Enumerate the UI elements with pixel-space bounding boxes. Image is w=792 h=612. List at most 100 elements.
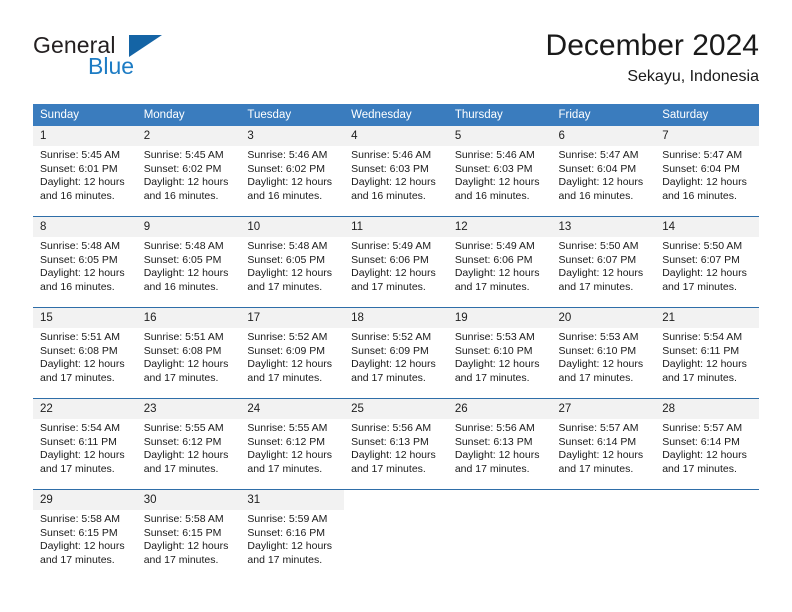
day-details: Sunrise: 5:48 AM Sunset: 6:05 PM Daylight:… [240, 237, 344, 294]
day-details: Sunrise: 5:56 AM Sunset: 6:13 PM Daylight:… [344, 419, 448, 476]
day-number: 1 [33, 126, 137, 146]
day-number: 3 [240, 126, 345, 146]
calendar-day-cell[interactable]: 30 Sunrise: 5:58 AM Sunset: 6:15 PM Dayligh… [136, 489, 241, 580]
daylight-text: Daylight: 12 hours and 17 minutes. [662, 449, 747, 475]
day-cell-inner: 26 Sunrise: 5:56 AM Sunset: 6:13 PM Dayligh… [447, 399, 552, 489]
calendar-day-cell[interactable]: 28 Sunrise: 5:57 AM Sunset: 6:14 PM Dayligh… [655, 398, 759, 490]
sunrise-text: Sunrise: 5:51 AM [143, 331, 224, 343]
calendar-day-cell[interactable]: 17 Sunrise: 5:52 AM Sunset: 6:09 PM Dayligh… [240, 307, 345, 399]
sunset-text: Sunset: 6:07 PM [662, 253, 740, 266]
day-number: 28 [655, 399, 759, 419]
day-number: 23 [136, 399, 241, 419]
day-number: 18 [344, 308, 448, 328]
day-number: 31 [240, 490, 345, 510]
day-number: 14 [655, 217, 759, 237]
calendar-day-cell[interactable]: 10 Sunrise: 5:48 AM Sunset: 6:05 PM Dayligh… [240, 216, 345, 308]
calendar-day-cell[interactable]: 24 Sunrise: 5:55 AM Sunset: 6:12 PM Dayligh… [240, 398, 345, 490]
day-cell-inner: 20 Sunrise: 5:53 AM Sunset: 6:10 PM Dayligh… [551, 308, 656, 398]
day-details: Sunrise: 5:57 AM Sunset: 6:14 PM Daylight:… [655, 419, 759, 476]
calendar-day-cell[interactable]: 16 Sunrise: 5:51 AM Sunset: 6:08 PM Dayligh… [136, 307, 241, 399]
day-number: 4 [344, 126, 448, 146]
day-cell-inner: 14 Sunrise: 5:50 AM Sunset: 6:07 PM Dayligh… [655, 217, 759, 307]
day-cell-inner: 17 Sunrise: 5:52 AM Sunset: 6:09 PM Dayligh… [240, 308, 345, 398]
calendar-day-cell[interactable]: 26 Sunrise: 5:56 AM Sunset: 6:13 PM Dayligh… [447, 398, 552, 490]
day-cell-inner: 16 Sunrise: 5:51 AM Sunset: 6:08 PM Dayligh… [136, 308, 241, 398]
daylight-text: Daylight: 12 hours and 17 minutes. [454, 267, 540, 293]
calendar-day-cell[interactable]: 29 Sunrise: 5:58 AM Sunset: 6:15 PM Dayligh… [33, 489, 137, 580]
day-number: 29 [33, 490, 137, 510]
calendar-day-cell[interactable]: 8 Sunrise: 5:48 AM Sunset: 6:05 PM Daylight… [33, 216, 137, 308]
calendar-week-row: 22 Sunrise: 5:54 AM Sunset: 6:11 PM Dayligh… [33, 398, 759, 490]
day-cell-inner: 4 Sunrise: 5:46 AM Sunset: 6:03 PM Daylight… [344, 126, 448, 216]
sunset-text: Sunset: 6:03 PM [454, 162, 533, 175]
calendar-day-cell[interactable]: 11 Sunrise: 5:49 AM Sunset: 6:06 PM Dayligh… [344, 216, 448, 308]
day-cell-inner [552, 490, 656, 580]
calendar-day-cell[interactable]: 12 Sunrise: 5:49 AM Sunset: 6:06 PM Dayligh… [447, 216, 552, 308]
calendar-day-cell[interactable]: 19 Sunrise: 5:53 AM Sunset: 6:10 PM Dayligh… [447, 307, 552, 399]
brand-name-secondary: Blue [88, 53, 135, 79]
brand-logo[interactable]: General Blue [33, 32, 213, 88]
sunset-text: Sunset: 6:05 PM [40, 253, 118, 266]
day-details: Sunrise: 5:50 AM Sunset: 6:07 PM Daylight:… [655, 237, 759, 294]
sunrise-text: Sunrise: 5:52 AM [351, 331, 432, 343]
calendar-day-cell[interactable]: 21 Sunrise: 5:54 AM Sunset: 6:11 PM Dayligh… [655, 307, 759, 399]
daylight-text: Daylight: 12 hours and 16 minutes. [351, 176, 436, 202]
day-cell-inner: 31 Sunrise: 5:59 AM Sunset: 6:16 PM Dayligh… [240, 490, 345, 580]
weekday-header-tuesday: Tuesday [240, 104, 345, 126]
daylight-text: Daylight: 12 hours and 16 minutes. [40, 176, 125, 202]
sunrise-text: Sunrise: 5:52 AM [247, 331, 328, 343]
calendar-day-cell[interactable]: 6 Sunrise: 5:47 AM Sunset: 6:04 PM Daylight… [551, 126, 656, 217]
day-details: Sunrise: 5:49 AM Sunset: 6:06 PM Daylight:… [344, 237, 448, 294]
daylight-text: Daylight: 12 hours and 17 minutes. [247, 540, 333, 566]
sunset-text: Sunset: 6:06 PM [351, 253, 429, 266]
day-cell-inner [344, 490, 448, 580]
calendar-day-cell[interactable]: 4 Sunrise: 5:46 AM Sunset: 6:03 PM Daylight… [344, 126, 448, 217]
day-number: 2 [136, 126, 241, 146]
sunrise-text: Sunrise: 5:57 AM [662, 422, 743, 434]
calendar-day-cell[interactable]: 25 Sunrise: 5:56 AM Sunset: 6:13 PM Dayligh… [344, 398, 448, 490]
day-cell-inner: 9 Sunrise: 5:48 AM Sunset: 6:05 PM Daylight… [136, 217, 241, 307]
day-cell-inner: 2 Sunrise: 5:45 AM Sunset: 6:02 PM Daylight… [136, 126, 241, 216]
sunrise-text: Sunrise: 5:49 AM [351, 240, 432, 252]
calendar-day-cell[interactable]: 2 Sunrise: 5:45 AM Sunset: 6:02 PM Daylight… [136, 126, 241, 217]
sunset-text: Sunset: 6:12 PM [247, 435, 326, 448]
sunset-text: Sunset: 6:05 PM [143, 253, 222, 266]
day-details: Sunrise: 5:53 AM Sunset: 6:10 PM Daylight:… [552, 328, 656, 385]
calendar-day-cell[interactable]: 3 Sunrise: 5:46 AM Sunset: 6:02 PM Daylight… [240, 126, 345, 217]
day-number: 15 [33, 308, 137, 328]
calendar-day-cell[interactable]: 22 Sunrise: 5:54 AM Sunset: 6:11 PM Dayligh… [33, 398, 137, 490]
calendar-day-cell[interactable]: 9 Sunrise: 5:48 AM Sunset: 6:05 PM Daylight… [136, 216, 241, 308]
calendar-day-cell[interactable]: 13 Sunrise: 5:50 AM Sunset: 6:07 PM Dayligh… [551, 216, 656, 308]
calendar-day-cell[interactable]: 1 Sunrise: 5:45 AM Sunset: 6:01 PM Daylight… [33, 126, 137, 217]
day-details: Sunrise: 5:51 AM Sunset: 6:08 PM Daylight:… [33, 328, 137, 385]
day-details: Sunrise: 5:48 AM Sunset: 6:05 PM Daylight:… [137, 237, 241, 294]
day-number: 20 [551, 308, 656, 328]
calendar-day-cell[interactable]: 23 Sunrise: 5:55 AM Sunset: 6:12 PM Dayligh… [136, 398, 241, 490]
sunset-text: Sunset: 6:03 PM [351, 162, 429, 175]
day-cell-inner: 19 Sunrise: 5:53 AM Sunset: 6:10 PM Dayligh… [447, 308, 552, 398]
day-number [448, 490, 552, 496]
daylight-text: Daylight: 12 hours and 17 minutes. [454, 358, 540, 384]
calendar-body: 1 Sunrise: 5:45 AM Sunset: 6:01 PM Daylight… [33, 126, 759, 580]
sunset-text: Sunset: 6:01 PM [40, 162, 118, 175]
calendar-day-cell[interactable]: 20 Sunrise: 5:53 AM Sunset: 6:10 PM Dayligh… [551, 307, 656, 399]
calendar-day-cell[interactable]: 18 Sunrise: 5:52 AM Sunset: 6:09 PM Dayligh… [344, 307, 448, 399]
title-block: December 2024 Sekayu, Indonesia [546, 28, 759, 88]
sunrise-text: Sunrise: 5:56 AM [351, 422, 432, 434]
day-details: Sunrise: 5:51 AM Sunset: 6:08 PM Daylight:… [137, 328, 241, 385]
calendar-day-cell[interactable]: 14 Sunrise: 5:50 AM Sunset: 6:07 PM Dayligh… [655, 216, 759, 308]
day-details: Sunrise: 5:59 AM Sunset: 6:16 PM Daylight:… [240, 510, 344, 567]
daylight-text: Daylight: 12 hours and 17 minutes. [558, 449, 644, 475]
calendar-day-cell[interactable]: 15 Sunrise: 5:51 AM Sunset: 6:08 PM Dayligh… [33, 307, 137, 399]
page-subtitle: Sekayu, Indonesia [627, 68, 759, 85]
daylight-text: Daylight: 12 hours and 17 minutes. [40, 449, 125, 475]
calendar-day-cell[interactable]: 7 Sunrise: 5:47 AM Sunset: 6:04 PM Daylight… [655, 126, 759, 217]
daylight-text: Daylight: 12 hours and 17 minutes. [351, 358, 436, 384]
daylight-text: Daylight: 12 hours and 16 minutes. [143, 176, 229, 202]
calendar-day-cell[interactable]: 5 Sunrise: 5:46 AM Sunset: 6:03 PM Daylight… [447, 126, 552, 217]
day-details: Sunrise: 5:55 AM Sunset: 6:12 PM Daylight:… [240, 419, 344, 476]
calendar-day-cell[interactable]: 31 Sunrise: 5:59 AM Sunset: 6:16 PM Dayligh… [240, 489, 345, 580]
day-details: Sunrise: 5:46 AM Sunset: 6:03 PM Daylight:… [344, 146, 448, 203]
daylight-text: Daylight: 12 hours and 16 minutes. [454, 176, 540, 202]
calendar-day-cell[interactable]: 27 Sunrise: 5:57 AM Sunset: 6:14 PM Dayligh… [551, 398, 656, 490]
